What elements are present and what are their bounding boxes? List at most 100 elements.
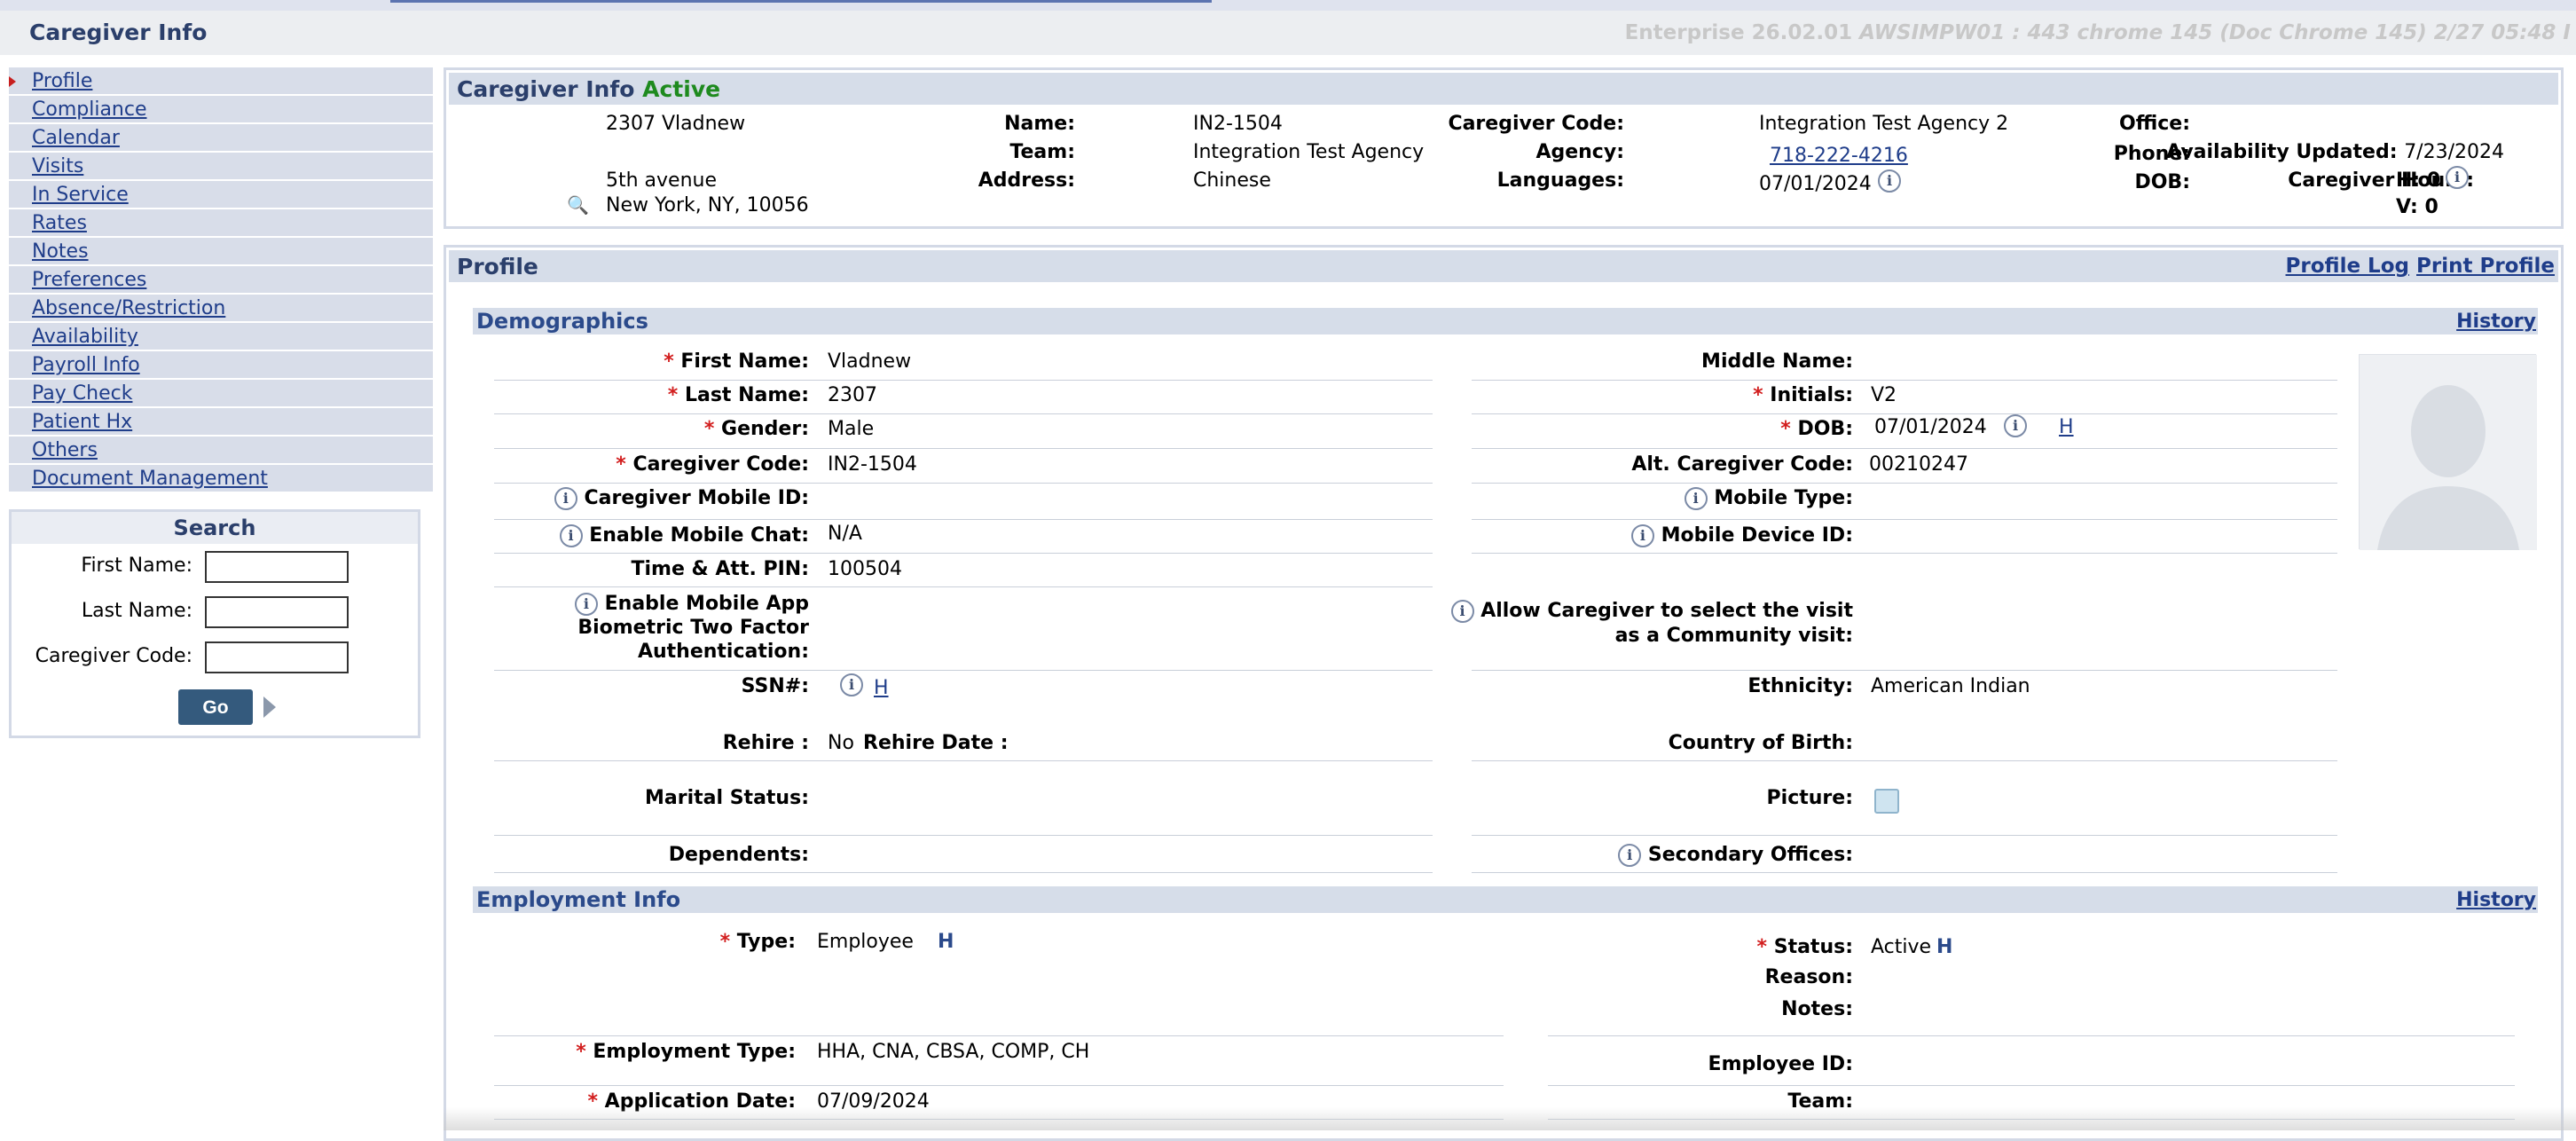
dob-field-value: 07/01/2024 — [1874, 416, 1987, 438]
hours-info-icon[interactable]: i — [2446, 166, 2469, 189]
employment-status-value: Active — [1871, 936, 1932, 958]
nav-item-rates[interactable]: Rates — [9, 209, 433, 238]
profile-panel: Profile Profile Log Print Profile Demogr… — [444, 245, 2564, 1141]
nav-item-payroll[interactable]: Payroll Info — [9, 351, 433, 380]
search-panel: Search First Name: Last Name: Caregiver … — [9, 509, 420, 738]
initials-value: V2 — [1871, 384, 1897, 406]
nav-item-preferences[interactable]: Preferences — [9, 266, 433, 295]
rehire-date-label: Rehire Date : — [863, 732, 1009, 754]
caregiver-code-value: IN2-1504 — [1193, 113, 1283, 135]
nav-item-absence[interactable]: Absence/Restriction — [9, 295, 433, 323]
nav-link-preferences[interactable]: Preferences — [32, 269, 146, 291]
nav-link-absence[interactable]: Absence/Restriction — [32, 297, 225, 319]
nav-link-others[interactable]: Others — [32, 439, 98, 461]
nav-item-visits[interactable]: Visits — [9, 153, 433, 181]
picture-upload-icon[interactable] — [1874, 789, 1899, 814]
dob-history-link[interactable]: H — [2059, 416, 2074, 438]
reason-label: Reason: — [1764, 966, 1853, 988]
pin-value: 100504 — [828, 558, 902, 580]
office-value: Integration Test Agency 2 — [1759, 113, 2009, 135]
nav-item-notes[interactable]: Notes — [9, 238, 433, 266]
ssn-info-icon[interactable]: i — [840, 673, 863, 696]
search-last-name-label: Last Name: — [81, 600, 192, 622]
mobile-device-info-icon[interactable]: i — [1630, 524, 1654, 547]
address-line1: 5th avenue — [606, 169, 718, 192]
phone-link[interactable]: 718-222-4216 — [1770, 145, 1908, 167]
search-last-name-input[interactable] — [205, 596, 349, 628]
type-value: Employee — [817, 931, 914, 953]
dob-info-icon[interactable]: i — [1878, 169, 1901, 193]
hours-h-value: H: 0 — [2396, 169, 2441, 192]
search-title: Search — [12, 512, 418, 544]
search-code-input[interactable] — [205, 641, 349, 673]
demographics-history-link[interactable]: History — [2456, 311, 2536, 333]
nav-link-pay-check[interactable]: Pay Check — [32, 382, 132, 405]
ethnicity-value: American Indian — [1871, 675, 2030, 697]
mobile-type-label: i Mobile Type: — [1684, 487, 1853, 510]
availability-updated-label: Availability Updated: 7/23/2024 — [2166, 141, 2504, 163]
nav-link-availability[interactable]: Availability — [32, 326, 138, 348]
nav-link-visits[interactable]: Visits — [32, 155, 83, 177]
agency-label: Agency: — [1535, 141, 1624, 163]
print-profile-link[interactable]: Print Profile — [2416, 255, 2555, 278]
nav-link-payroll[interactable]: Payroll Info — [32, 354, 140, 376]
employee-id-label: Employee ID: — [1708, 1053, 1853, 1075]
community-visit-info-icon[interactable]: i — [1450, 600, 1474, 623]
type-history-link[interactable]: H — [938, 931, 954, 953]
demographics-section-header: Demographics History — [473, 308, 2538, 334]
mobile-id-info-icon[interactable]: i — [554, 487, 577, 510]
nav-item-pay-check[interactable]: Pay Check — [9, 380, 433, 408]
agency-value: Integration Test Agency — [1193, 141, 1425, 163]
nav-link-in-service[interactable]: In Service — [32, 184, 129, 206]
mobile-chat-label: i Enable Mobile Chat: — [559, 524, 809, 547]
ssn-history-link[interactable]: H — [874, 677, 889, 699]
top-tab-indicator — [390, 0, 1212, 3]
nav-item-profile[interactable]: Profile — [9, 67, 433, 96]
nav-item-others[interactable]: Others — [9, 437, 433, 465]
profile-header: Profile Profile Log Print Profile — [449, 250, 2558, 282]
nav-link-patient-hx[interactable]: Patient Hx — [32, 411, 132, 433]
page-title: Caregiver Info — [29, 20, 208, 45]
profile-log-link[interactable]: Profile Log — [2286, 255, 2409, 278]
status-history-link[interactable]: H — [1936, 936, 1952, 958]
nav-item-calendar[interactable]: Calendar — [9, 124, 433, 153]
dob-field-info-icon[interactable]: i — [2004, 414, 2027, 437]
search-go-button[interactable]: Go — [178, 689, 253, 725]
nav-link-calendar[interactable]: Calendar — [32, 127, 120, 149]
bottom-fade — [444, 1107, 2576, 1130]
nav-item-in-service[interactable]: In Service — [9, 181, 433, 209]
nav-item-availability[interactable]: Availability — [9, 323, 433, 351]
nav-link-notes[interactable]: Notes — [32, 240, 89, 263]
mobile-id-label: i Caregiver Mobile ID: — [554, 487, 809, 510]
nav-item-compliance[interactable]: Compliance — [9, 96, 433, 124]
hours-v-value: V: 0 — [2396, 196, 2439, 218]
map-search-icon[interactable]: 🔍 — [567, 194, 589, 216]
nav-item-patient-hx[interactable]: Patient Hx — [9, 408, 433, 437]
mobile-chat-info-icon[interactable]: i — [559, 524, 583, 547]
office-label: Office: — [2119, 113, 2190, 135]
biometric-info-icon[interactable]: i — [574, 593, 598, 616]
secondary-offices-info-icon[interactable]: i — [1618, 844, 1642, 867]
nav-link-profile[interactable]: Profile — [32, 70, 92, 92]
search-code-row: Caregiver Code: — [12, 640, 420, 675]
mobile-type-info-icon[interactable]: i — [1684, 487, 1708, 510]
community-visit-label: i Allow Caregiver to select the visit as … — [1450, 599, 1853, 649]
name-value: 2307 Vladnew — [606, 113, 746, 135]
nav-item-document-management[interactable]: Document Management — [9, 465, 433, 493]
search-first-name-input[interactable] — [205, 551, 349, 583]
title-bar: Caregiver Info Enterprise 26.02.01 AWSIM… — [0, 11, 2576, 55]
left-nav: Profile Compliance Calendar Visits In Se… — [9, 67, 433, 493]
address-label: Address: — [978, 169, 1075, 192]
middle-name-label: Middle Name: — [1701, 350, 1853, 373]
employment-status-label: * Status: — [1756, 936, 1853, 958]
advanced-search-arrow-icon[interactable] — [263, 696, 276, 718]
gender-label: * Gender: — [703, 418, 809, 440]
search-first-name-label: First Name: — [81, 555, 192, 577]
avatar[interactable] — [2359, 354, 2537, 550]
employment-history-link[interactable]: History — [2456, 889, 2536, 911]
nav-link-document-management[interactable]: Document Management — [32, 468, 268, 490]
nav-link-compliance[interactable]: Compliance — [32, 98, 147, 121]
nav-link-rates[interactable]: Rates — [32, 212, 87, 234]
mobile-chat-value: N/A — [828, 523, 862, 545]
caregiver-info-header: Caregiver Info Active — [449, 73, 2558, 105]
